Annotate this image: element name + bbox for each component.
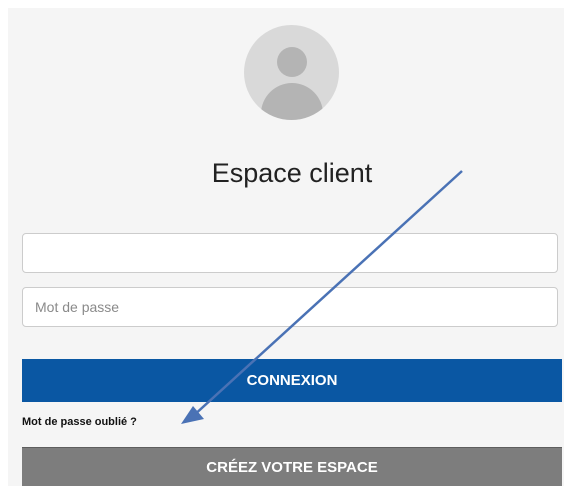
page-title: Espace client <box>211 158 373 188</box>
login-button[interactable]: CONNEXION <box>22 359 562 402</box>
forgot-password-link[interactable]: Mot de passe oublié ? <box>22 416 137 428</box>
username-input[interactable] <box>22 233 558 273</box>
user-avatar-icon <box>244 25 339 120</box>
password-input[interactable] <box>22 287 558 327</box>
avatar-head <box>277 47 307 77</box>
avatar-body <box>261 83 323 120</box>
create-account-button[interactable]: CRÉEZ VOTRE ESPACE <box>22 447 562 486</box>
